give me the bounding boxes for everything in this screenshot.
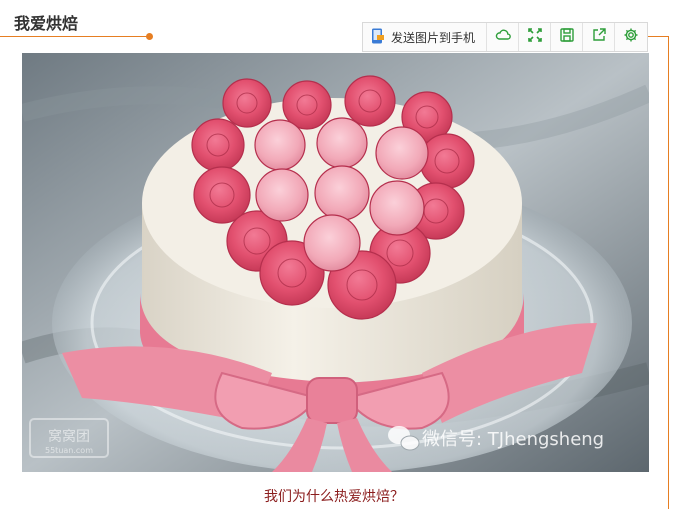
cloud-save-button[interactable] (487, 23, 519, 51)
cloud-icon (495, 27, 511, 47)
image-caption: 我们为什么热爱烘焙？ (264, 489, 404, 505)
save-button[interactable] (551, 23, 583, 51)
watermark-right: 微信号: TJhengsheng (422, 429, 604, 450)
frame-top-border (648, 36, 668, 37)
title-underline (0, 36, 148, 37)
fullscreen-button[interactable] (519, 23, 551, 51)
fullscreen-icon (527, 27, 543, 47)
title-dot (146, 33, 153, 40)
phone-icon (371, 28, 385, 47)
gear-icon (623, 27, 639, 47)
section-title: 我爱烘焙 (14, 14, 79, 33)
image-toolbar: 发送图片到手机 (362, 22, 648, 52)
cake-photo: 窝窝团 55tuan.com 微信号: TJhengsheng (22, 53, 649, 472)
send-to-phone-button[interactable]: 发送图片到手机 (363, 23, 487, 51)
save-icon (559, 27, 575, 47)
share-icon (591, 27, 607, 47)
watermark-left-sub: 55tuan.com (45, 446, 93, 455)
frame-right-border (668, 36, 669, 509)
watermark-left: 窝窝团 (48, 428, 90, 445)
settings-button[interactable] (615, 23, 647, 51)
share-button[interactable] (583, 23, 615, 51)
send-to-phone-label: 发送图片到手机 (391, 30, 476, 45)
